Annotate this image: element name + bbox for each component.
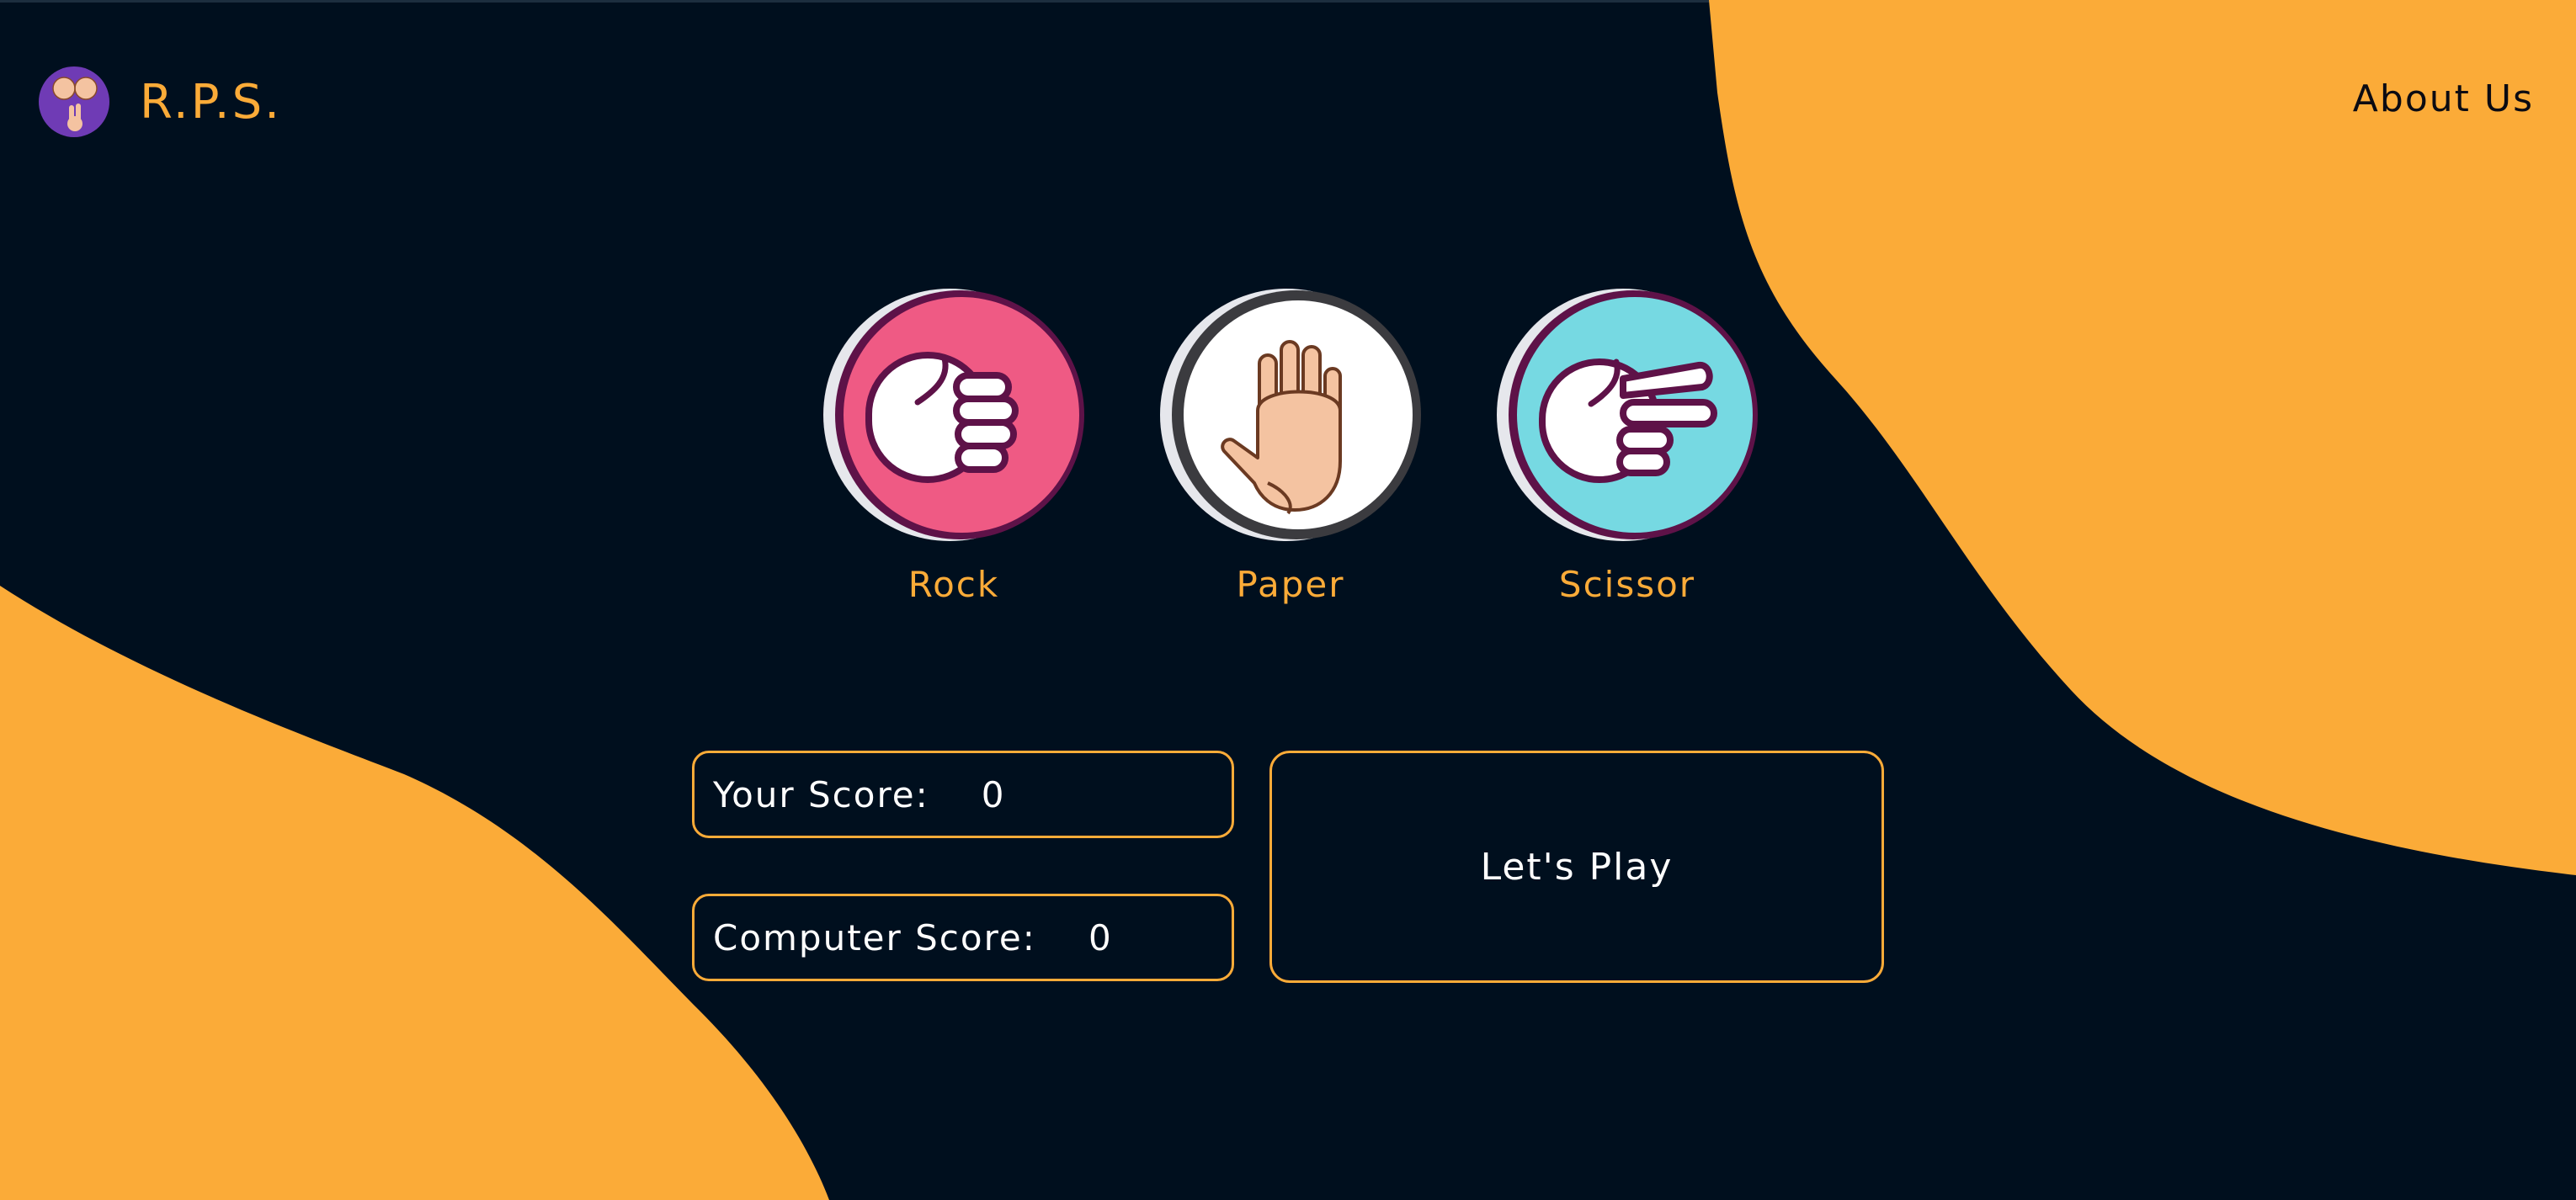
computer-score-box: Computer Score: 0: [692, 894, 1234, 981]
your-score-label: Your Score:: [713, 773, 929, 815]
choice-label: Scissor: [1558, 564, 1696, 605]
choice-label: Paper: [1236, 564, 1345, 605]
choice-paper[interactable]: Paper: [1160, 284, 1421, 605]
computer-score-label: Computer Score:: [713, 916, 1036, 958]
top-right-blob: [1709, 0, 2576, 875]
lets-play-button[interactable]: Let's Play: [1269, 751, 1884, 983]
nav-about-us-link[interactable]: About Us: [2353, 77, 2534, 120]
brand[interactable]: R.P.S.: [39, 66, 282, 138]
bottom-left-blob: [0, 586, 829, 1200]
scissors-hand-icon: [1497, 289, 1758, 541]
logo-icon: [39, 66, 109, 137]
brand-name: R.P.S.: [140, 74, 282, 130]
computer-score-value: 0: [1088, 916, 1113, 958]
fist-icon: [823, 289, 1084, 541]
choice-scissor[interactable]: Scissor: [1497, 284, 1758, 605]
open-hand-icon: [1160, 289, 1421, 541]
your-score-box: Your Score: 0: [692, 751, 1234, 838]
choice-label: Rock: [907, 564, 1000, 605]
your-score-value: 0: [981, 773, 1006, 815]
choice-rock[interactable]: Rock: [823, 284, 1084, 605]
